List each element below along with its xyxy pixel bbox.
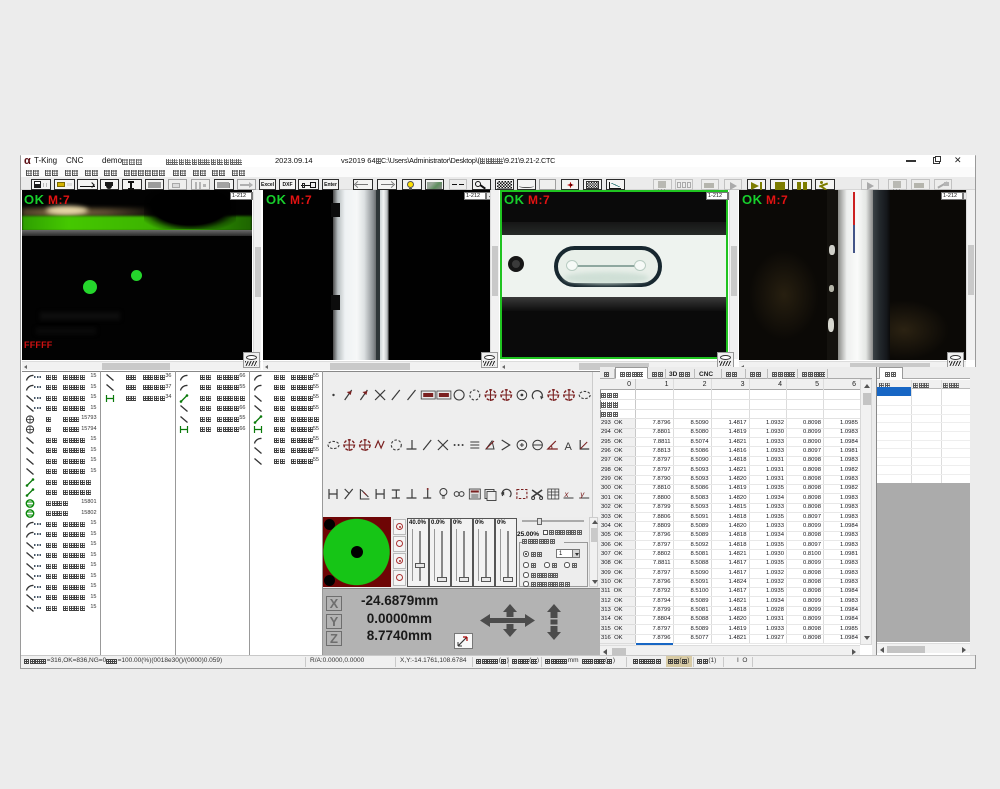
svg-text:A: A [565, 441, 573, 453]
